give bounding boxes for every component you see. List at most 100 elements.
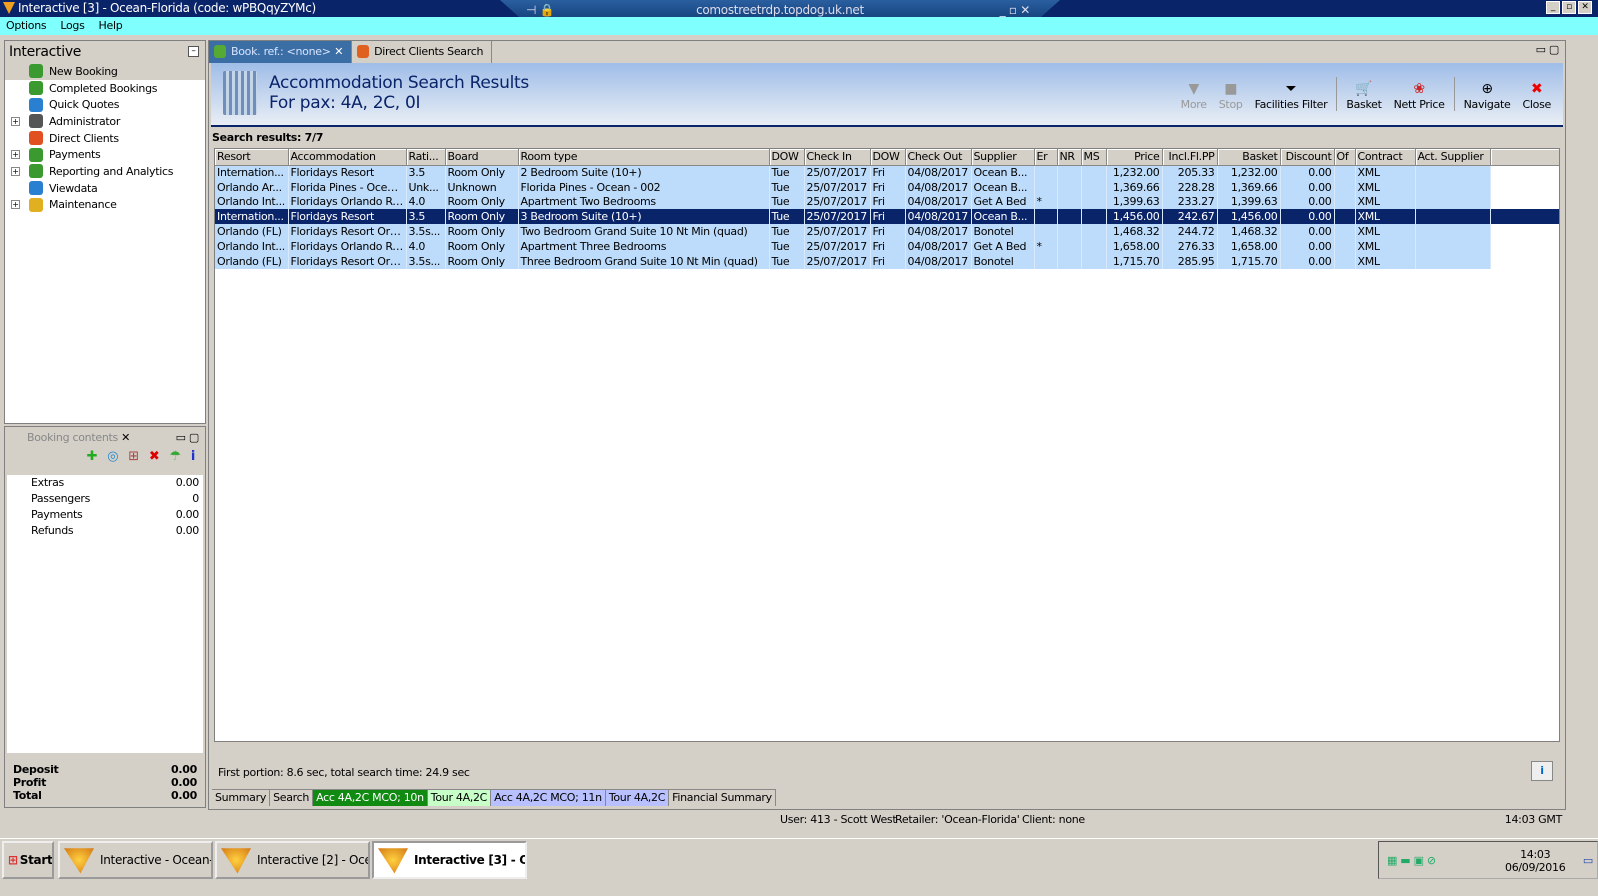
column-header[interactable]: Check In <box>804 149 871 166</box>
basket-icon[interactable]: ⊞ <box>128 449 139 469</box>
column-header[interactable]: Supplier <box>971 149 1035 166</box>
table-cell: 04/08/2017 <box>905 238 972 254</box>
column-header[interactable]: Discount <box>1280 149 1335 166</box>
task-list: Interactive - Ocean-F... Interactive [2] … <box>58 840 527 879</box>
column-header[interactable]: Board <box>445 149 519 166</box>
table-row[interactable]: Internation... Floridays Resort 3.5 Room On… <box>215 165 1559 180</box>
bottom-tab[interactable]: Acc 4A,2C MCO; 11n <box>491 790 606 806</box>
nav-item[interactable]: Direct Clients <box>5 130 205 147</box>
bottom-tab[interactable]: Tour 4A,2C <box>605 790 670 806</box>
nav-item[interactable]: + Reporting and Analytics <box>5 163 205 180</box>
panel-min-max[interactable]: ▭ ▢ <box>176 431 200 444</box>
info-button[interactable]: i <box>1531 761 1553 781</box>
document-tab[interactable]: Book. ref.: <none> ✕ <box>209 41 353 63</box>
table-cell: Ocean B... <box>971 179 1035 195</box>
nav-item[interactable]: + Maintenance <box>5 197 205 214</box>
table-cell: 04/08/2017 <box>905 224 972 239</box>
bottom-tab[interactable]: Financial Summary <box>669 790 776 806</box>
expand-icon[interactable]: + <box>11 200 20 210</box>
column-header[interactable]: Basket <box>1217 149 1281 166</box>
table-cell <box>1034 253 1058 269</box>
column-header[interactable]: Contract <box>1355 149 1416 166</box>
taskbar-item[interactable]: Interactive [3] - O... <box>372 840 527 879</box>
column-header[interactable]: Of <box>1334 149 1356 166</box>
table-cell <box>1334 209 1356 225</box>
bottom-tab[interactable]: Tour 4A,2C <box>427 790 492 806</box>
column-header[interactable]: Room type <box>518 149 770 166</box>
status-client: Client: none <box>1022 813 1085 826</box>
bottom-tabs: Summary Search Acc 4A,2C MCO; 10n Tour 4A,2… <box>212 789 776 806</box>
refresh-icon[interactable]: ◎ <box>107 449 118 469</box>
booking-tab-title[interactable]: Booking contents <box>9 431 118 444</box>
close-icon[interactable]: ✕ <box>121 431 130 444</box>
bottom-tab[interactable]: Summary <box>212 790 271 806</box>
column-header[interactable]: DOW <box>870 149 906 166</box>
toolbar-button-stop[interactable]: ■ Stop <box>1213 80 1249 111</box>
expand-icon[interactable]: + <box>11 166 20 176</box>
table-cell: XML <box>1355 165 1416 180</box>
table-cell: Get A Bed <box>971 238 1035 254</box>
menu-logs[interactable]: Logs <box>60 17 84 35</box>
menu-help[interactable]: Help <box>99 17 123 35</box>
table-cell <box>1334 165 1356 180</box>
table-row[interactable]: Orlando Int... Floridays Orlando Re... 4.0… <box>215 194 1559 210</box>
table-row[interactable]: Orlando Ar... Florida Pines - Ocean... Unk… <box>215 179 1559 195</box>
toolbar-button-nett-price[interactable]: ❀ Nett Price <box>1388 80 1451 111</box>
column-header[interactable]: NR <box>1057 149 1082 166</box>
info-icon[interactable]: i <box>191 449 195 469</box>
close-tab-icon[interactable]: ✕ <box>331 45 343 58</box>
nav-item[interactable]: Completed Bookings <box>5 80 205 97</box>
table-cell <box>1415 179 1491 195</box>
nav-item-label: Maintenance <box>49 198 117 212</box>
add-icon[interactable]: ✚ <box>87 449 98 469</box>
tray-icons[interactable]: ▦ ▬ ▣ ⊘ <box>1387 854 1436 867</box>
table-row[interactable]: Internation... Floridays Resort 3.5 Room On… <box>215 209 1559 225</box>
toolbar-button-navigate[interactable]: ⊕ Navigate <box>1458 80 1517 111</box>
table-cell: 1,399.63 <box>1217 194 1281 210</box>
table-row[interactable]: Orlando (FL) Floridays Resort Orla... 3.5s… <box>215 224 1559 239</box>
menu-options[interactable]: Options <box>6 17 47 35</box>
nav-item[interactable]: + Payments <box>5 146 205 163</box>
column-header[interactable]: Resort <box>215 149 289 166</box>
column-header[interactable]: Incl.Fl.PP <box>1162 149 1218 166</box>
table-row[interactable]: Orlando Int... Floridays Orlando Re... 4.0… <box>215 238 1559 254</box>
toolbar-button-facilities-filter[interactable]: ⏷ Facilities Filter <box>1249 80 1334 111</box>
table-cell <box>1057 194 1082 210</box>
expand-icon[interactable]: + <box>11 150 20 160</box>
column-header[interactable]: MS <box>1081 149 1107 166</box>
column-header[interactable]: Rati... <box>406 149 446 166</box>
toolbar-button-more[interactable]: ▼ More <box>1175 80 1213 111</box>
table-cell: 3.5 <box>406 209 446 225</box>
column-header[interactable]: Er <box>1034 149 1058 166</box>
restore-button[interactable]: ▫ <box>1562 1 1576 14</box>
expand-icon[interactable]: + <box>11 116 20 126</box>
bottom-tab[interactable]: Acc 4A,2C MCO; 10n <box>313 790 428 806</box>
taskbar-item[interactable]: Interactive [2] - Oce... <box>215 840 370 879</box>
toolbar-button-basket[interactable]: 🛒 Basket <box>1340 80 1387 111</box>
start-button[interactable]: ⊞ Start <box>2 840 54 879</box>
holiday-icon[interactable]: ☂ <box>169 449 181 469</box>
column-header[interactable]: Act. Supplier <box>1415 149 1491 166</box>
column-header[interactable]: Check Out <box>905 149 972 166</box>
toolbar-button-close[interactable]: ✖ Close <box>1517 80 1557 111</box>
nav-item[interactable]: New Booking <box>5 63 205 80</box>
nav-item[interactable]: Viewdata <box>5 180 205 197</box>
taskbar-item[interactable]: Interactive - Ocean-F... <box>58 840 213 879</box>
nav-item[interactable]: Quick Quotes <box>5 96 205 113</box>
nav-item[interactable]: + Administrator <box>5 113 205 130</box>
status-user: User: 413 - Scott West <box>780 813 897 826</box>
minimize-button[interactable]: _ <box>1546 1 1560 14</box>
bottom-tab[interactable]: Search <box>270 790 314 806</box>
column-header[interactable]: Accommodation <box>288 149 407 166</box>
table-cell: Florida Pines - Ocean... <box>288 179 407 195</box>
show-desktop-icon[interactable]: ▭ <box>1583 854 1593 867</box>
document-tab[interactable]: Direct Clients Search <box>352 41 493 63</box>
table-row[interactable]: Orlando (FL) Floridays Resort Orla... 3.5s… <box>215 253 1559 269</box>
collapse-button[interactable]: – <box>188 46 199 57</box>
column-header[interactable]: Price <box>1106 149 1163 166</box>
close-window-button[interactable]: ✕ <box>1578 1 1592 14</box>
column-header[interactable]: DOW <box>769 149 805 166</box>
main-min-max[interactable]: ▭ ▢ <box>1536 43 1560 56</box>
delete-icon[interactable]: ✖ <box>149 449 160 469</box>
table-cell-filler <box>1490 165 1559 180</box>
